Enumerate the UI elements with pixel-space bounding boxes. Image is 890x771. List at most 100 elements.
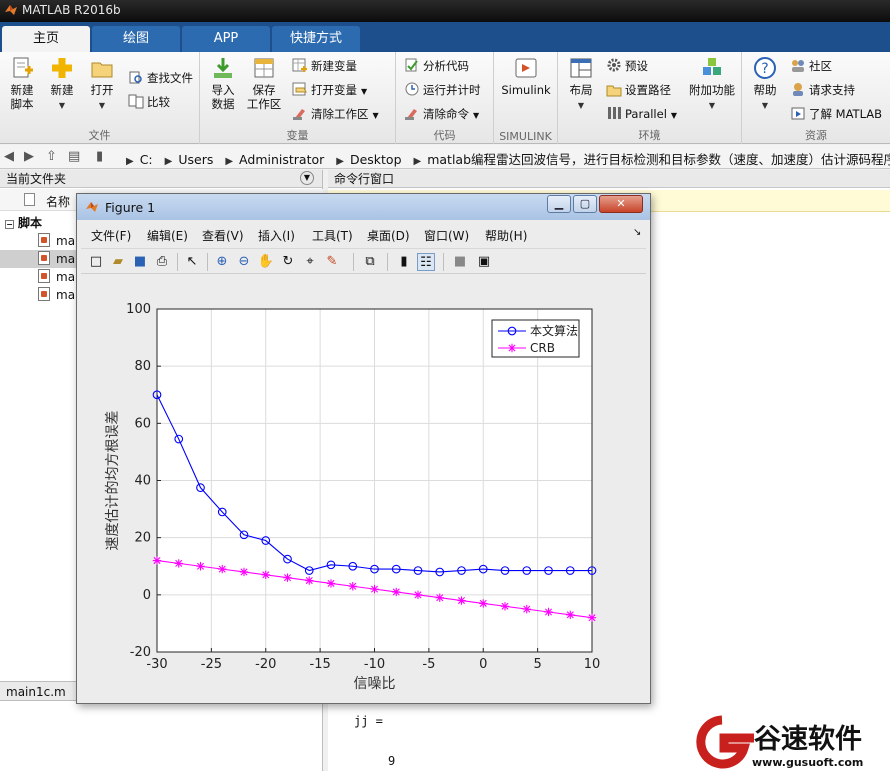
pan-icon[interactable]: ✋: [257, 253, 275, 271]
data-point: [305, 576, 314, 585]
open-variable-button[interactable]: 打开变量 ▼: [292, 80, 367, 100]
find-files-button[interactable]: 查找文件: [128, 68, 193, 88]
new-variable-button[interactable]: 新建变量: [292, 56, 357, 76]
back-arrow-icon[interactable]: ◀: [4, 149, 14, 165]
colorbar-icon[interactable]: ▮: [395, 253, 413, 271]
legend-icon[interactable]: ☷: [417, 253, 435, 271]
new-script-button[interactable]: 新建 脚本: [4, 56, 40, 111]
run-and-time-button[interactable]: 运行并计时: [404, 80, 481, 100]
m-file-icon: [38, 233, 50, 247]
collapse-icon[interactable]: −: [5, 220, 14, 229]
tab-home[interactable]: 主页: [2, 26, 90, 52]
browse-folder-icon[interactable]: ▤: [68, 149, 80, 165]
ribbon-group-variable: 导入 数据 保存 工作区 新建变量 打开变量 ▼ 清除工作区 ▼ 变量: [200, 52, 396, 144]
m-file-icon: [38, 251, 50, 265]
ribbon-tabs: 主页 绘图 APP 快捷方式: [0, 22, 890, 52]
analyze-code-button[interactable]: 分析代码: [404, 56, 469, 76]
chevron-down-icon: ▼: [58, 101, 66, 110]
set-path-button[interactable]: 设置路径: [606, 80, 671, 100]
dock-arrow-icon[interactable]: ↘: [633, 227, 641, 238]
chevron-down-icon: ▼: [670, 111, 678, 120]
maximize-button[interactable]: ▢: [573, 195, 597, 213]
hide-plot-tools-icon[interactable]: ■: [451, 253, 469, 271]
group-label-variable: 变量: [286, 129, 309, 142]
tab-shortcuts[interactable]: 快捷方式: [272, 26, 360, 52]
data-point: [457, 596, 466, 605]
plot-area[interactable]: -30 -25 -20 -15 -10 -5 0 5 10-20020406080100信噪比速…: [81, 278, 646, 696]
y-tick-label: 60: [134, 416, 151, 431]
data-cursor-icon[interactable]: ⌖: [301, 253, 319, 271]
menu-file[interactable]: 文件(F): [91, 227, 131, 244]
x-tick-label: -5: [422, 657, 435, 672]
menu-insert[interactable]: 插入(I): [258, 227, 295, 244]
breadcrumb-item[interactable]: Administrator: [239, 152, 324, 167]
current-folder-header: 当前文件夹: [0, 170, 322, 188]
new-variable-icon: [292, 58, 307, 72]
menu-help[interactable]: 帮助(H): [485, 227, 527, 244]
figure-window[interactable]: Figure 1 ▁ ▢ ✕ 文件(F) 编辑(E) 查看(V) 插入(I) 工…: [76, 193, 651, 704]
clear-workspace-button[interactable]: 清除工作区 ▼: [292, 104, 379, 124]
rotate-icon[interactable]: ↻: [279, 253, 297, 271]
legend-label: CRB: [530, 341, 555, 355]
addons-button[interactable]: 附加功能 ▼: [686, 56, 738, 113]
compare-icon: [128, 94, 144, 109]
simulink-button[interactable]: Simulink: [498, 56, 554, 97]
x-tick-label: 5: [533, 657, 541, 672]
link-icon[interactable]: ⧉: [361, 253, 379, 271]
menu-tools[interactable]: 工具(T): [312, 227, 353, 244]
breadcrumb-item[interactable]: Users: [178, 152, 213, 167]
learn-matlab-button[interactable]: 了解 MATLAB: [790, 104, 882, 124]
chevron-down-icon: ▼: [473, 111, 480, 120]
import-data-icon: [214, 58, 232, 78]
forward-arrow-icon[interactable]: ▶: [24, 149, 34, 165]
group-label-simulink: SIMULINK: [499, 130, 552, 143]
app-title: MATLAB R2016b: [22, 3, 121, 17]
help-button[interactable]: ? 帮助 ▼: [748, 56, 782, 113]
figure-titlebar[interactable]: Figure 1 ▁ ▢ ✕: [77, 194, 650, 220]
menu-edit[interactable]: 编辑(E): [147, 227, 188, 244]
open-icon[interactable]: ▰: [109, 253, 127, 271]
breadcrumb-item[interactable]: C:: [140, 152, 153, 167]
new-figure-icon[interactable]: □: [87, 253, 105, 271]
data-point: [218, 564, 227, 574]
compare-button[interactable]: 比较: [128, 92, 170, 112]
parallel-button[interactable]: Parallel ▼: [606, 104, 677, 124]
layout-button[interactable]: 布局 ▼: [564, 56, 598, 113]
up-folder-icon[interactable]: ⇧: [46, 149, 57, 165]
brush-icon[interactable]: ✎: [323, 253, 341, 271]
analyze-code-icon: [405, 58, 418, 72]
close-button[interactable]: ✕: [599, 195, 643, 213]
request-support-button[interactable]: 请求支持: [790, 80, 855, 100]
import-data-button[interactable]: 导入 数据: [206, 56, 240, 111]
zoom-in-icon[interactable]: ⊕: [213, 253, 231, 271]
pointer-icon[interactable]: ↖: [183, 253, 201, 271]
show-plot-tools-icon[interactable]: ▣: [475, 253, 493, 271]
ribbon-group-simulink: Simulink SIMULINK: [494, 52, 558, 144]
print-icon[interactable]: ⎙: [153, 253, 171, 271]
menu-window[interactable]: 窗口(W): [424, 227, 469, 244]
open-button[interactable]: 打开 ▼: [84, 56, 120, 113]
save-workspace-button[interactable]: 保存 工作区: [244, 56, 284, 111]
data-point: [522, 604, 531, 614]
figure-menubar: 文件(F) 编辑(E) 查看(V) 插入(I) 工具(T) 桌面(D) 窗口(W…: [81, 224, 646, 246]
tab-apps[interactable]: APP: [182, 26, 270, 52]
ribbon-group-resources: ? 帮助 ▼ 社区 请求支持 了解 MATLAB 资源: [742, 52, 890, 144]
figure-title: Figure 1: [105, 200, 156, 215]
breadcrumb-item[interactable]: Desktop: [350, 152, 402, 167]
minimize-button[interactable]: ▁: [547, 195, 571, 213]
zoom-out-icon[interactable]: ⊖: [235, 253, 253, 271]
menu-desktop[interactable]: 桌面(D): [367, 227, 410, 244]
tab-plots[interactable]: 绘图: [92, 26, 180, 52]
column-name[interactable]: 名称: [46, 193, 70, 210]
clear-commands-button[interactable]: 清除命令 ▼: [404, 104, 479, 124]
svg-text:?: ?: [761, 61, 768, 77]
new-button[interactable]: 新建 ▼: [44, 56, 80, 113]
breadcrumb-item[interactable]: matlab编程雷达回波信号，进行目标检测和目标参数（速度、加速度）估计源码程序: [427, 152, 890, 167]
preferences-button[interactable]: 预设: [606, 56, 648, 76]
gusu-logo-icon: 谷速软件 www.gusuoft.com: [696, 715, 863, 769]
panel-menu-icon[interactable]: ▼: [300, 171, 314, 185]
find-files-icon: [129, 71, 142, 84]
community-button[interactable]: 社区: [790, 56, 832, 76]
save-icon[interactable]: ■: [131, 253, 149, 271]
menu-view[interactable]: 查看(V): [202, 227, 244, 244]
